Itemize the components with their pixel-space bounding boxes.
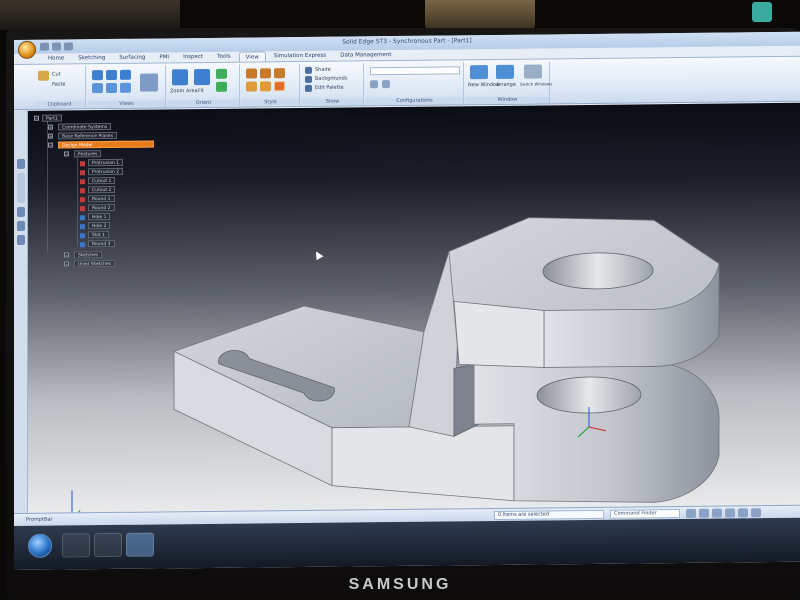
sketch-view-icon[interactable] — [140, 73, 158, 92]
group-label: Style — [242, 99, 299, 107]
new-window-icon[interactable] — [470, 65, 488, 80]
rotate-icon[interactable] — [725, 508, 735, 518]
background-object — [425, 0, 535, 30]
view-icon[interactable] — [92, 70, 103, 81]
group-label: Show — [302, 98, 363, 106]
switch-windows-button[interactable]: Switch Windows — [520, 81, 552, 86]
zoom-area-button[interactable]: Zoom Area — [170, 88, 198, 94]
pan-icon[interactable] — [216, 68, 227, 79]
command-finder-input[interactable]: Command Finder — [610, 509, 680, 519]
arrange-icon[interactable] — [496, 64, 514, 79]
upper-lug-front — [453, 300, 545, 368]
backgrounds-icon[interactable] — [305, 75, 312, 83]
view-orient-icon[interactable] — [738, 508, 748, 518]
group-label: Configurations — [366, 97, 463, 106]
undo-icon[interactable] — [52, 42, 61, 51]
group-label: Clipboard — [34, 101, 85, 109]
part-model[interactable] — [14, 103, 800, 513]
view-icon[interactable] — [120, 82, 131, 93]
group-label: Orient — [168, 99, 239, 108]
start-button[interactable] — [28, 533, 52, 558]
taskbar-explorer-icon[interactable] — [94, 532, 122, 558]
shade-button[interactable]: Shade — [315, 67, 331, 73]
taskbar-solid-edge-icon[interactable] — [126, 532, 154, 557]
style-icon[interactable] — [246, 68, 257, 79]
configuration-combo[interactable] — [370, 66, 460, 76]
fit-button[interactable]: Fit — [198, 88, 204, 94]
application-button[interactable] — [18, 40, 36, 59]
fit-icon[interactable] — [194, 68, 210, 86]
fit-icon[interactable] — [699, 508, 709, 518]
style-icon[interactable] — [274, 68, 285, 79]
shaded-icon[interactable] — [274, 81, 285, 92]
edit-palette-button[interactable]: Edit Palette — [315, 85, 344, 91]
ribbon-group-show: Shade Backgrounds Edit Palette Show — [302, 63, 364, 106]
ribbon-group-clipboard: Cut Paste Clipboard — [34, 66, 86, 109]
background-object — [752, 2, 772, 22]
application-window: Solid Edge ST3 - Synchronous Part - [Par… — [14, 31, 800, 570]
rotate-icon[interactable] — [216, 81, 227, 92]
style-icon[interactable] — [260, 81, 271, 92]
ribbon-group-orient: Zoom Area Fit Orient — [168, 64, 240, 108]
style-icon[interactable] — [260, 68, 271, 79]
settings-icon[interactable] — [751, 508, 761, 518]
paste-button[interactable]: Paste — [52, 81, 66, 87]
arrange-button[interactable]: Arrange — [496, 82, 516, 88]
view-icon[interactable] — [92, 83, 103, 94]
shade-icon[interactable] — [305, 66, 312, 74]
ribbon-group-style: Style — [242, 64, 300, 107]
paste-icon[interactable] — [38, 70, 49, 81]
monitor-brand: SAMSUNG — [348, 576, 452, 593]
prompt-bar-label: PromptBar — [26, 516, 53, 523]
photo-environment: SAMSUNG Solid Edge ST3 - Synchronous Par… — [0, 0, 800, 600]
selection-status: 0 items are selected — [494, 509, 604, 520]
style-icon[interactable] — [246, 81, 257, 92]
base-front-face — [331, 425, 515, 502]
view-buttons — [686, 508, 761, 518]
windows-taskbar — [14, 517, 800, 570]
config-icon[interactable] — [370, 80, 378, 89]
view-icon[interactable] — [106, 82, 117, 94]
view-icon[interactable] — [120, 69, 131, 80]
save-icon[interactable] — [40, 42, 49, 51]
zoom-area-icon[interactable] — [172, 69, 188, 86]
ribbon-group-configurations: Configurations — [366, 62, 464, 106]
palette-icon[interactable] — [305, 84, 312, 92]
zoom-icon[interactable] — [686, 508, 696, 518]
background-object — [0, 0, 180, 30]
cut-button[interactable]: Cut — [52, 72, 61, 78]
ribbon-group-views: Views — [88, 65, 166, 109]
config-icon[interactable] — [382, 80, 390, 89]
global-triad-icon — [71, 490, 81, 513]
switch-windows-icon[interactable] — [524, 64, 542, 79]
group-label: Window — [466, 96, 549, 105]
pan-icon[interactable] — [712, 508, 722, 518]
group-label: Views — [88, 100, 165, 109]
taskbar-ie-icon[interactable] — [62, 533, 90, 558]
backgrounds-button[interactable]: Backgrounds — [315, 76, 347, 82]
quick-access-toolbar — [40, 42, 73, 51]
redo-icon[interactable] — [64, 42, 73, 51]
ribbon: Cut Paste Clipboard Views Zoom Area Fit — [14, 55, 800, 110]
view-icon[interactable] — [106, 69, 117, 81]
ribbon-group-window: New Window Arrange Switch Windows Window — [466, 61, 552, 105]
